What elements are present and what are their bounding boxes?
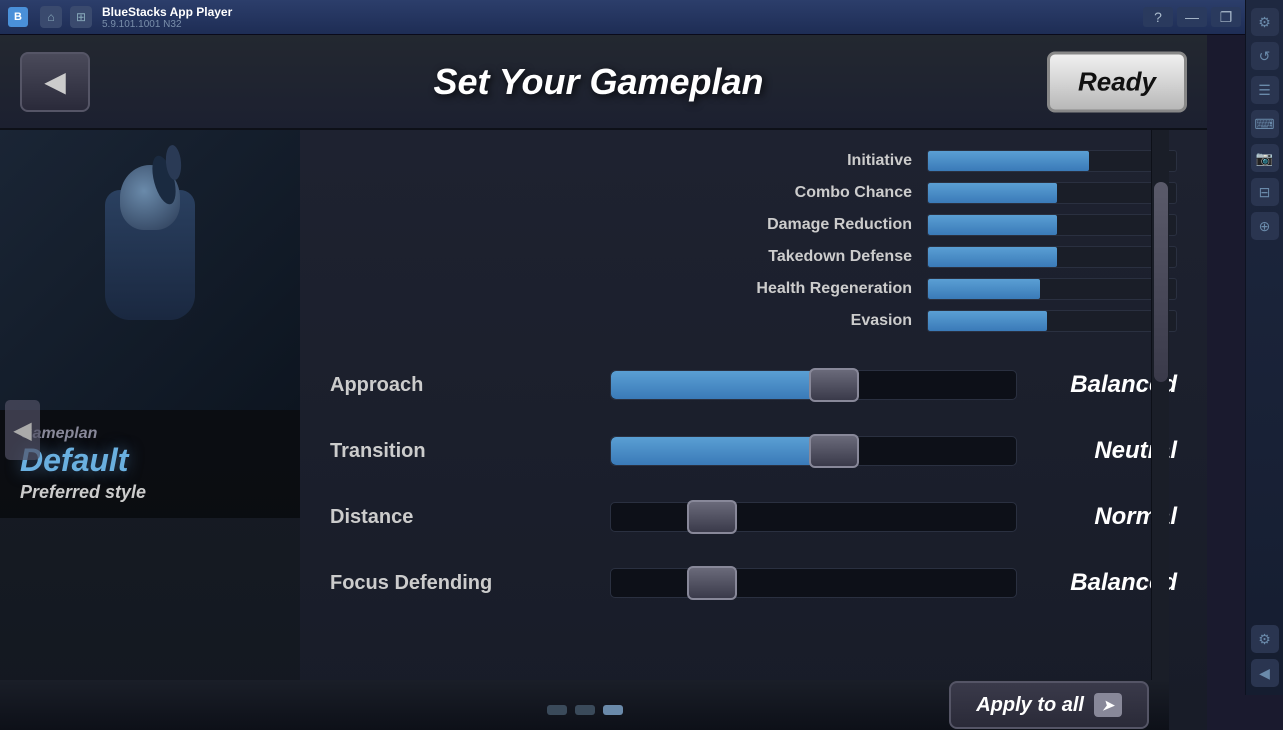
apply-all-button[interactable]: Apply to all ➤ <box>949 681 1149 729</box>
pagination-dot-0[interactable] <box>547 705 567 715</box>
stat-fill-initiative <box>928 151 1089 171</box>
game-header: ◀ Set Your Gameplan Ready <box>0 35 1207 130</box>
bottom-bar: Apply to all ➤ <box>0 680 1169 730</box>
slider-section: Approach Balanced Transition <box>330 362 1177 606</box>
app-version-label: 5.9.101.1001 N32 <box>102 19 232 30</box>
stat-bar-initiative <box>927 150 1177 172</box>
app-name-label: BlueStacks App Player <box>102 5 232 19</box>
slider-track-distance[interactable] <box>610 502 1017 532</box>
sidebar-icon-settings[interactable]: ⚙ <box>1251 8 1279 36</box>
pagination-dots <box>547 705 623 715</box>
minimize-button[interactable]: — <box>1177 7 1207 27</box>
stat-row-takedown: Takedown Defense <box>330 246 1177 268</box>
gameplan-label: Gameplan <box>20 425 280 443</box>
slider-thumb-distance[interactable] <box>687 500 737 534</box>
slider-row-distance: Distance Normal <box>330 494 1177 540</box>
game-main: ◀ Gameplan Default Preferred style Initi… <box>0 130 1207 730</box>
stat-fill-health <box>928 279 1040 299</box>
stat-bar-evasion <box>927 310 1177 332</box>
slider-row-transition: Transition Neutral <box>330 428 1177 474</box>
ready-button[interactable]: Ready <box>1047 51 1187 112</box>
right-sidebar: ⚙ ↺ ☰ ⌨ 📷 ⊟ ⊕ ⚙ ◀ <box>1245 0 1283 695</box>
restore-button[interactable]: ❐ <box>1211 7 1241 27</box>
scrollbar[interactable] <box>1151 130 1169 730</box>
slider-thumb-approach[interactable] <box>809 368 859 402</box>
home-nav-icon[interactable]: ⌂ <box>40 6 62 28</box>
slider-label-approach: Approach <box>330 374 610 397</box>
pagination-dot-2[interactable] <box>603 705 623 715</box>
fighter-panel: ◀ Gameplan Default Preferred style <box>0 130 300 730</box>
stat-bar-damage-reduction <box>927 214 1177 236</box>
preferred-style-label: Preferred style <box>20 482 280 503</box>
stat-label-initiative: Initiative <box>712 152 912 170</box>
game-content: ◀ Set Your Gameplan Ready <box>0 35 1207 730</box>
stat-fill-damage-reduction <box>928 215 1057 235</box>
stat-fill-combo <box>928 183 1057 203</box>
apply-all-label: Apply to all <box>976 694 1084 717</box>
stat-label-health: Health Regeneration <box>712 280 912 298</box>
scrollbar-thumb[interactable] <box>1154 182 1168 382</box>
gameplan-info: Gameplan Default Preferred style <box>0 410 300 518</box>
slider-label-transition: Transition <box>330 440 610 463</box>
slider-thumb-focus-defending[interactable] <box>687 566 737 600</box>
sidebar-icon-refresh[interactable]: ↺ <box>1251 42 1279 70</box>
page-title: Set Your Gameplan <box>110 61 1087 103</box>
slider-thumb-transition[interactable] <box>809 434 859 468</box>
stat-fill-evasion <box>928 311 1047 331</box>
slider-label-focus-defending: Focus Defending <box>330 572 610 595</box>
sidebar-icon-minus[interactable]: ⊟ <box>1251 178 1279 206</box>
slider-track-focus-defending[interactable] <box>610 568 1017 598</box>
apply-arrow-icon: ➤ <box>1094 693 1122 717</box>
stat-rows: Initiative Combo Chance Da <box>330 150 1177 332</box>
stat-label-evasion: Evasion <box>712 312 912 330</box>
slider-row-approach: Approach Balanced <box>330 362 1177 408</box>
slider-row-focus-defending: Focus Defending Balanced <box>330 560 1177 606</box>
slider-track-transition[interactable] <box>610 436 1017 466</box>
stat-label-takedown: Takedown Defense <box>712 248 912 266</box>
pagination-dot-1[interactable] <box>575 705 595 715</box>
gameplan-name: Default <box>20 443 280 478</box>
title-bar: B ⌂ ⊞ BlueStacks App Player 5.9.101.1001… <box>0 0 1283 35</box>
slider-label-distance: Distance <box>330 506 610 529</box>
stat-label-damage-reduction: Damage Reduction <box>712 216 912 234</box>
stats-panel: Initiative Combo Chance Da <box>300 130 1207 730</box>
stat-row-initiative: Initiative <box>330 150 1177 172</box>
stat-bar-combo <box>927 182 1177 204</box>
sidebar-icon-back[interactable]: ◀ <box>1251 659 1279 687</box>
sidebar-icon-camera[interactable]: 📷 <box>1251 144 1279 172</box>
fighter-portrait <box>0 130 300 410</box>
stat-row-evasion: Evasion <box>330 310 1177 332</box>
slider-fill-transition <box>611 437 834 465</box>
stat-label-combo: Combo Chance <box>712 184 912 202</box>
slider-fill-approach <box>611 371 834 399</box>
stat-row-health: Health Regeneration <box>330 278 1177 300</box>
stat-bar-health <box>927 278 1177 300</box>
slider-track-approach[interactable] <box>610 370 1017 400</box>
help-button[interactable]: ? <box>1143 7 1173 27</box>
stat-bar-takedown <box>927 246 1177 268</box>
stat-fill-takedown <box>928 247 1057 267</box>
stat-row-damage-reduction: Damage Reduction <box>330 214 1177 236</box>
stat-row-combo: Combo Chance <box>330 182 1177 204</box>
sidebar-icon-plus[interactable]: ⊕ <box>1251 212 1279 240</box>
content-row: ◀ Set Your Gameplan Ready <box>0 35 1283 730</box>
app-logo: B <box>8 7 28 27</box>
logo-icon: B <box>8 7 28 27</box>
back-button[interactable]: ◀ <box>20 52 90 112</box>
sidebar-icon-gear[interactable]: ⚙ <box>1251 625 1279 653</box>
sidebar-icon-menu[interactable]: ☰ <box>1251 76 1279 104</box>
title-nav-icons: ⌂ ⊞ <box>40 6 92 28</box>
sidebar-icon-keyboard[interactable]: ⌨ <box>1251 110 1279 138</box>
nav-arrow-left[interactable]: ◀ <box>5 400 40 460</box>
multi-nav-icon[interactable]: ⊞ <box>70 6 92 28</box>
